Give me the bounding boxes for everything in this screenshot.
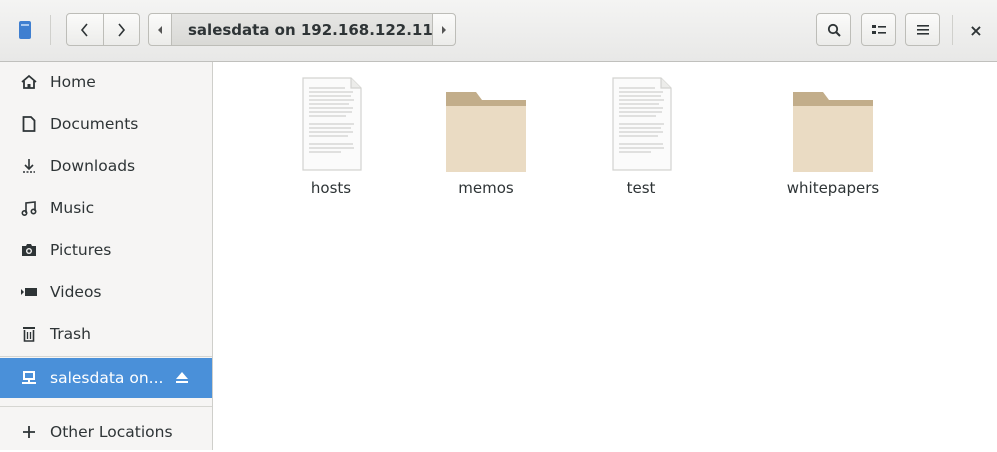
- sidebar-item-label: Videos: [50, 283, 102, 301]
- chevron-left-icon: [80, 22, 88, 37]
- eject-button[interactable]: [172, 368, 192, 388]
- sidebar: Home Documents Downloads Music Pictures …: [0, 62, 213, 450]
- sidebar-item-pictures[interactable]: Pictures: [0, 230, 212, 270]
- files-app-icon: [19, 21, 31, 39]
- sidebar-item-label: Pictures: [50, 241, 112, 259]
- sidebar-item-documents[interactable]: Documents: [0, 104, 212, 144]
- triangle-left-icon: [158, 25, 162, 34]
- path-scroll-right-button[interactable]: [432, 13, 456, 46]
- triangle-right-icon: [442, 25, 446, 34]
- close-window-button[interactable]: ×: [964, 16, 988, 44]
- download-icon: [20, 157, 38, 175]
- text-file-icon: [302, 77, 362, 171]
- document-icon: [20, 115, 38, 133]
- location-label: salesdata on 192.168.122.119: [188, 20, 444, 39]
- sidebar-separator: [0, 356, 212, 357]
- home-icon: [20, 73, 38, 91]
- folder-item-whitepapers[interactable]: whitepapers: [763, 76, 903, 206]
- trash-icon: [20, 325, 38, 343]
- navigation-buttons: [66, 13, 140, 46]
- menu-button[interactable]: [905, 13, 940, 46]
- file-name: test: [626, 179, 656, 197]
- folder-icon: [446, 92, 526, 172]
- sidebar-item-videos[interactable]: Videos: [0, 272, 212, 312]
- file-name: memos: [458, 179, 514, 197]
- plus-icon: [20, 423, 38, 441]
- sidebar-item-downloads[interactable]: Downloads: [0, 146, 212, 186]
- list-view-icon: [871, 24, 886, 34]
- header-separator: [952, 15, 953, 45]
- header-separator: [50, 15, 51, 45]
- forward-button[interactable]: [102, 14, 140, 45]
- music-icon: [20, 199, 38, 217]
- view-mode-button[interactable]: [861, 13, 896, 46]
- sidebar-item-home[interactable]: Home: [0, 62, 212, 102]
- file-item-hosts[interactable]: hosts: [261, 76, 401, 206]
- path-scroll-left-button[interactable]: [148, 13, 172, 46]
- file-name: hosts: [310, 179, 352, 197]
- eject-icon: [176, 372, 188, 383]
- sidebar-item-label: Music: [50, 199, 95, 217]
- file-view: hosts memos test whitepapers: [213, 62, 997, 450]
- text-file-icon: [612, 77, 672, 171]
- camera-icon: [20, 241, 38, 259]
- folder-item-memos[interactable]: memos: [416, 76, 556, 206]
- sidebar-item-label: Trash: [50, 325, 91, 343]
- sidebar-item-trash[interactable]: Trash: [0, 314, 212, 354]
- sidebar-item-other-locations[interactable]: Other Locations: [0, 412, 212, 452]
- close-icon: ×: [969, 20, 983, 40]
- file-name: whitepapers: [786, 179, 880, 197]
- sidebar-item-salesdata-mount[interactable]: salesdata on...: [0, 358, 212, 398]
- sidebar-item-label: Documents: [50, 115, 139, 133]
- path-bar-current-location[interactable]: salesdata on 192.168.122.119: [171, 13, 443, 46]
- network-drive-icon: [20, 369, 38, 387]
- chevron-right-icon: [118, 22, 126, 37]
- header-bar: salesdata on 192.168.122.119 ×: [0, 0, 997, 62]
- sidebar-separator: [0, 406, 212, 407]
- sidebar-item-label: Other Locations: [50, 423, 173, 441]
- search-icon: [827, 23, 841, 37]
- sidebar-toggle-button[interactable]: [11, 15, 39, 45]
- back-button[interactable]: [67, 14, 103, 45]
- folder-icon: [793, 92, 873, 172]
- search-button[interactable]: [816, 13, 851, 46]
- file-item-test[interactable]: test: [571, 76, 711, 206]
- sidebar-item-label: salesdata on...: [50, 369, 164, 387]
- video-icon: [20, 283, 38, 301]
- sidebar-item-label: Downloads: [50, 157, 136, 175]
- sidebar-item-music[interactable]: Music: [0, 188, 212, 228]
- hamburger-menu-icon: [916, 24, 929, 35]
- sidebar-item-label: Home: [50, 73, 96, 91]
